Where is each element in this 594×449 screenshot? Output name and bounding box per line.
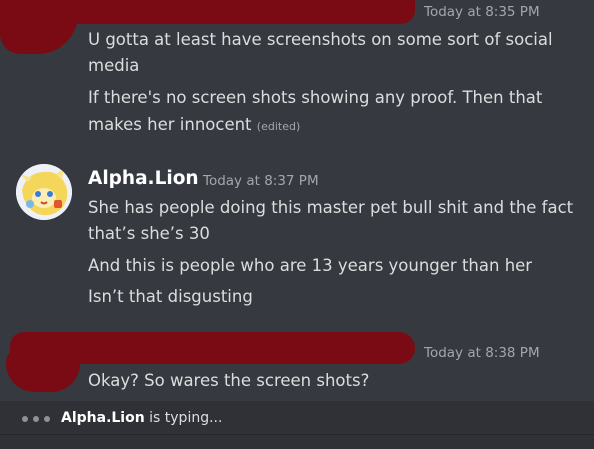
message-timestamp: Today at 8:35 PM [424, 4, 540, 20]
lion-avatar-icon [16, 164, 72, 220]
typing-user: Alpha.Lion [61, 410, 145, 426]
edited-label: (edited) [256, 120, 301, 133]
typing-dot [22, 416, 28, 422]
message-timestamp: Today at 8:37 PM [203, 173, 319, 189]
typing-indicator-text: Alpha.Lion is typing... [61, 410, 222, 426]
message-line: Isn’t that disgusting [88, 287, 253, 306]
message-line: U gotta at least have screenshots on som… [88, 30, 553, 49]
redacted-avatar-1 [0, 0, 78, 54]
message-line: media [88, 56, 140, 75]
typing-dot [44, 416, 50, 422]
message-line: She has people doing this master pet bul… [88, 198, 574, 217]
divider [0, 434, 594, 435]
message-line: If there's no screen shots showing any p… [88, 88, 543, 107]
message-line: that’s she’s 30 [88, 224, 210, 243]
message-author[interactable]: Alpha.Lion [88, 168, 199, 189]
message-line: makes her innocent (edited) [88, 114, 300, 137]
typing-suffix: is typing... [144, 410, 223, 426]
message-line: And this is people who are 13 years youn… [88, 256, 533, 275]
message-line-text: makes her innocent [88, 115, 252, 134]
typing-dot [33, 416, 39, 422]
message-timestamp: Today at 8:38 PM [424, 345, 540, 361]
message-line: Okay? So wares the screen shots? [88, 371, 370, 390]
redacted-avatar-3 [6, 346, 80, 392]
avatar[interactable] [16, 164, 72, 220]
